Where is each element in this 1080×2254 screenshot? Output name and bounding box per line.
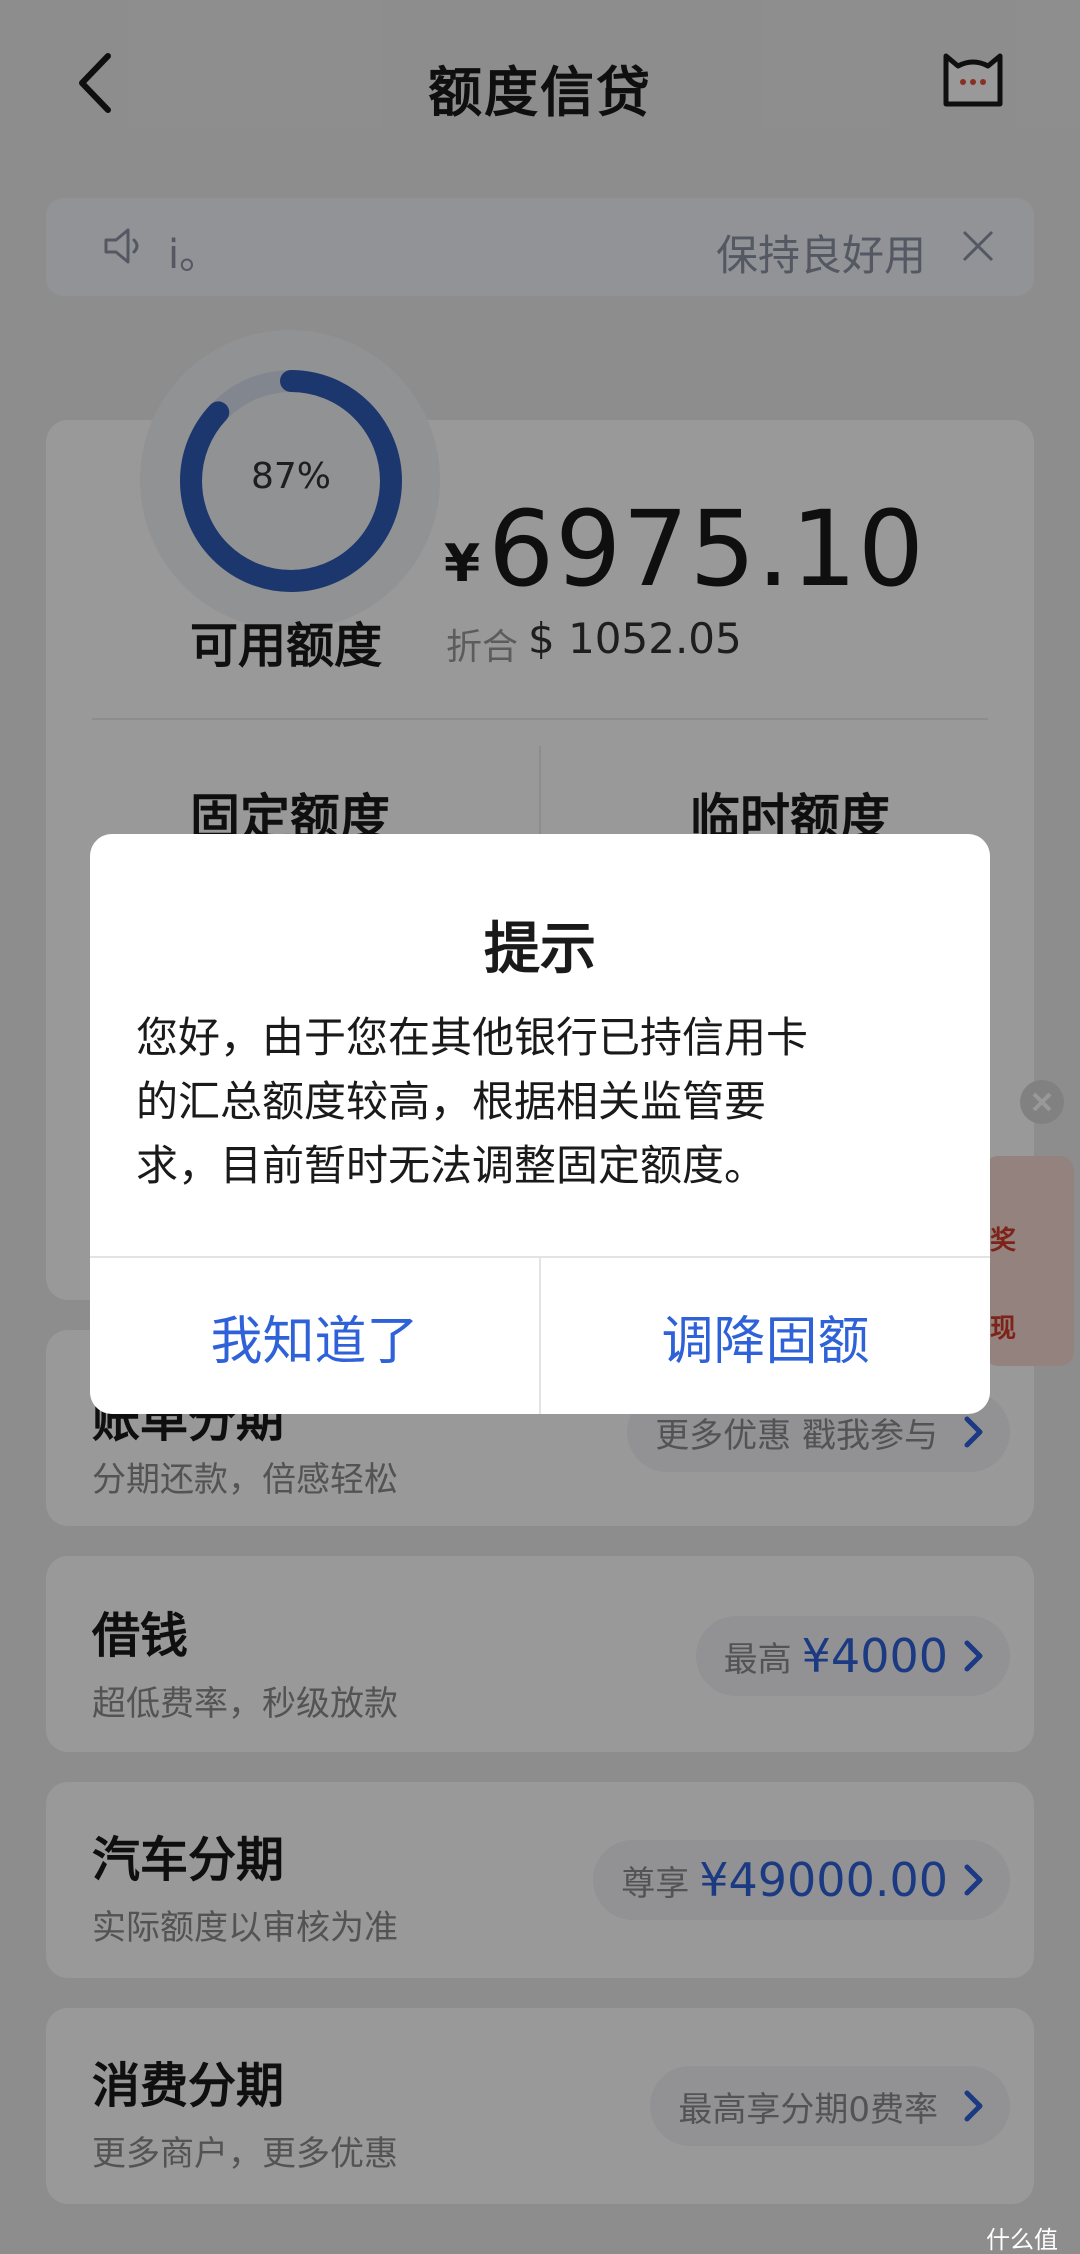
alert-dialog: 提示 您好，由于您在其他银行已持信用卡 的汇总额度较高，根据相关监管要 求，目前…: [90, 834, 990, 1414]
reduce-fixed-limit-button[interactable]: 调降固额: [541, 1258, 990, 1414]
dialog-message-line: 求，目前暂时无法调整固定额度。: [136, 1141, 767, 1190]
dialog-message-line: 的汇总额度较高，根据相关监管要: [136, 1077, 767, 1126]
dialog-message: 您好，由于您在其他银行已持信用卡 的汇总额度较高，根据相关监管要 求，目前暂时无…: [136, 1006, 956, 1198]
dialog-message-line: 您好，由于您在其他银行已持信用卡: [136, 1013, 809, 1062]
acknowledge-button[interactable]: 我知道了: [90, 1258, 539, 1414]
dialog-title: 提示: [484, 917, 596, 982]
watermark: 什么值得买: [986, 2226, 1058, 2254]
